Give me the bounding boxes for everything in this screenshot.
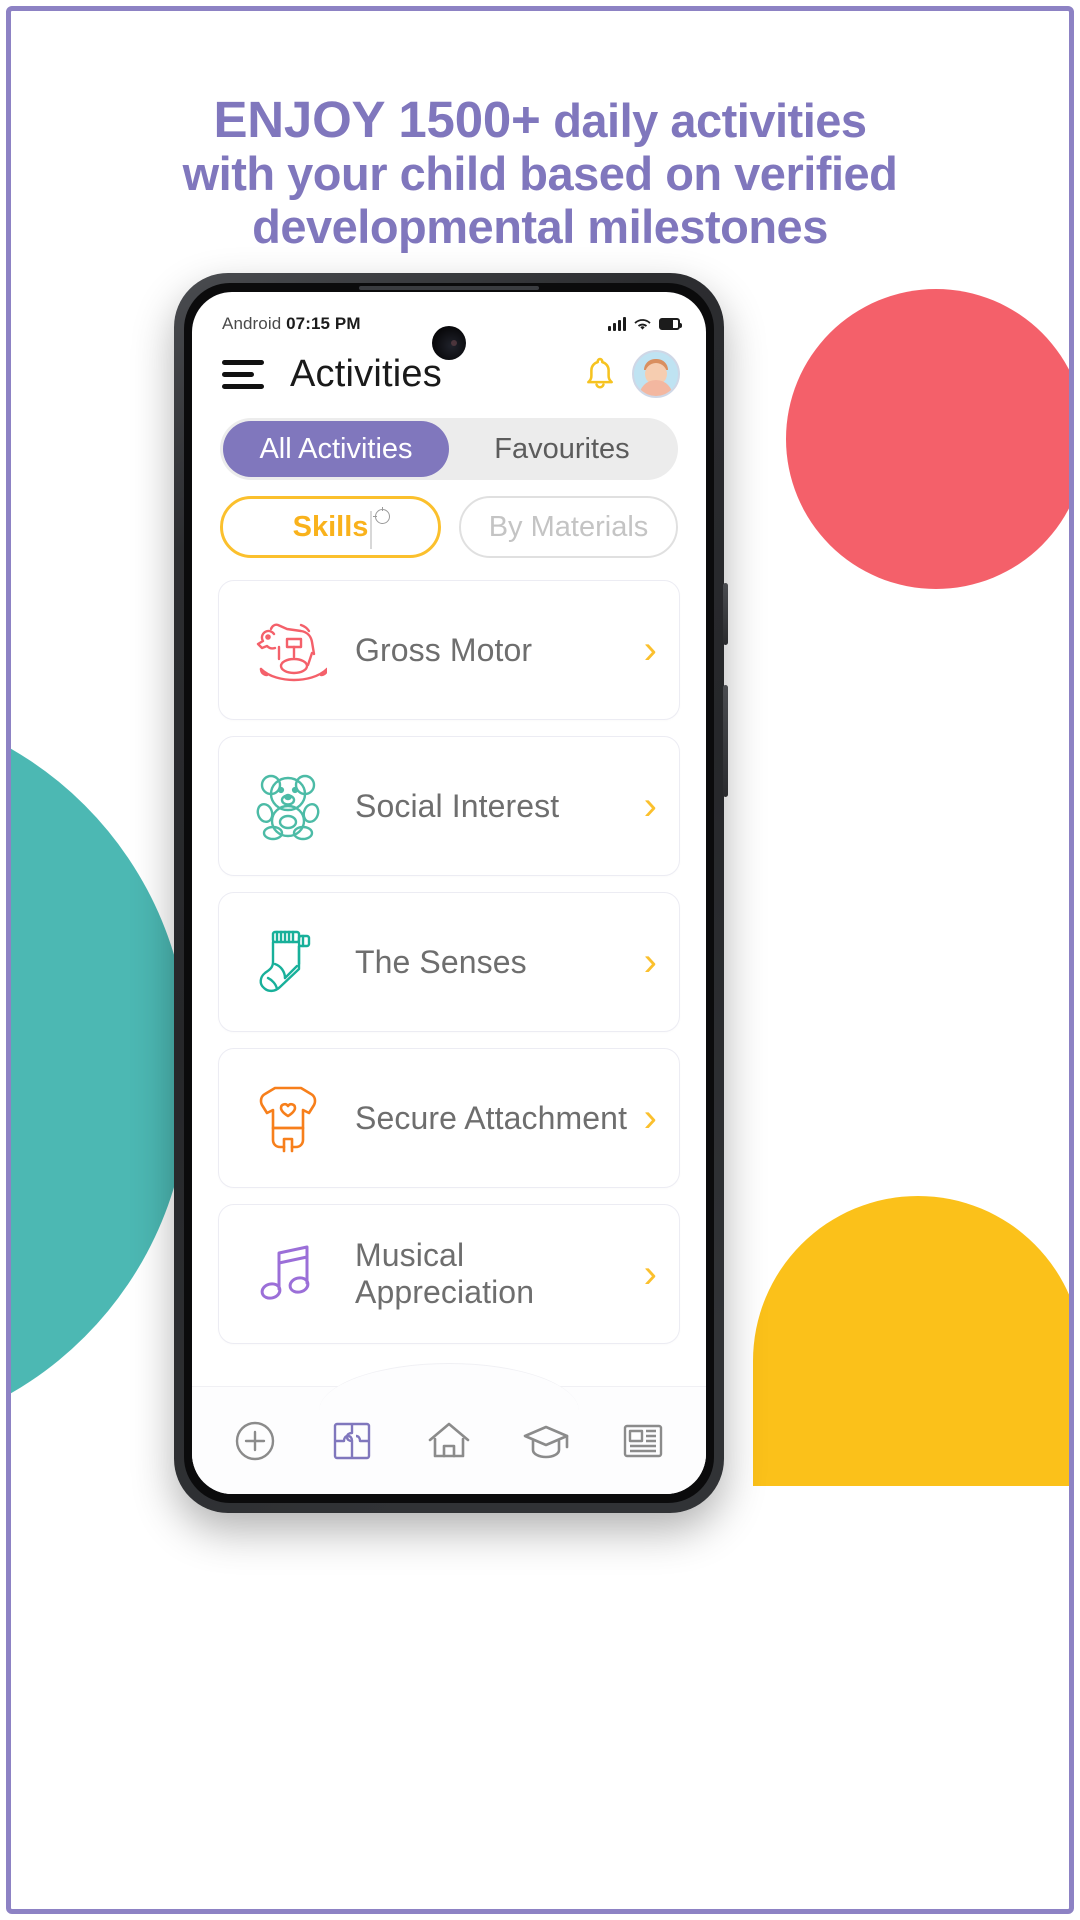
category-list: Gross Motor › Social Interest › The Sens… bbox=[218, 580, 680, 1344]
status-bar-left: Android 07:15 PM bbox=[222, 314, 361, 334]
status-bar-right bbox=[608, 317, 682, 332]
tab-all-activities[interactable]: All Activities bbox=[223, 421, 449, 477]
card-label: The Senses bbox=[355, 943, 527, 980]
cellular-signal-icon bbox=[608, 317, 626, 331]
chevron-right-icon: › bbox=[643, 1252, 657, 1296]
card-label: Social Interest bbox=[355, 787, 560, 824]
table-row[interactable]: The Senses › bbox=[218, 892, 680, 1032]
chevron-right-icon: › bbox=[643, 940, 657, 984]
nav-news-button[interactable] bbox=[605, 1406, 681, 1476]
wifi-icon bbox=[634, 318, 651, 330]
earpiece-speaker bbox=[359, 286, 539, 290]
status-os-label: Android bbox=[222, 314, 282, 333]
status-time: 07:15 PM bbox=[286, 314, 361, 333]
poster-frame: ENJOY 1500+ daily activities with your c… bbox=[6, 6, 1074, 1914]
headline-line3: developmental milestones bbox=[252, 199, 828, 253]
nav-learning-button[interactable] bbox=[508, 1406, 584, 1476]
table-row[interactable]: Social Interest › bbox=[218, 736, 680, 876]
phone-bezel: Android 07:15 PM Activities All Activiti… bbox=[184, 283, 714, 1503]
table-row[interactable]: Gross Motor › bbox=[218, 580, 680, 720]
user-avatar[interactable] bbox=[632, 350, 680, 398]
phone-screen: Android 07:15 PM Activities All Activiti… bbox=[192, 292, 706, 1494]
decorative-red-circle bbox=[786, 289, 1069, 589]
table-row[interactable]: Musical Appreciation › bbox=[218, 1204, 680, 1344]
filter-skills-label: Skills bbox=[292, 510, 369, 543]
phone-mockup: Android 07:15 PM Activities All Activiti… bbox=[174, 273, 728, 1513]
page-headline: ENJOY 1500+ daily activities with your c… bbox=[11, 91, 1069, 253]
hamburger-menu-icon[interactable] bbox=[222, 359, 264, 389]
teddy-bear-icon bbox=[245, 763, 331, 849]
nav-activities-button[interactable] bbox=[314, 1406, 390, 1476]
chevron-right-icon: › bbox=[643, 784, 657, 828]
battery-icon bbox=[659, 318, 682, 330]
card-label: Secure Attachment bbox=[355, 1099, 628, 1136]
filter-by-materials[interactable]: By Materials bbox=[459, 496, 678, 558]
headline-rest: daily activities bbox=[540, 94, 867, 147]
card-label: Musical Appreciation bbox=[355, 1237, 535, 1310]
chevron-right-icon: › bbox=[643, 628, 657, 672]
filter-pill-group: Skills By Materials bbox=[220, 496, 678, 558]
music-note-icon bbox=[245, 1231, 331, 1317]
page-title: Activities bbox=[290, 352, 442, 395]
onesie-heart-icon bbox=[245, 1075, 331, 1161]
nav-home-button[interactable] bbox=[411, 1406, 487, 1476]
notification-bell-icon[interactable] bbox=[582, 355, 618, 393]
decorative-teal-shape bbox=[11, 701, 189, 1441]
activities-tab-group: All Activities Favourites bbox=[220, 418, 678, 480]
card-label: Gross Motor bbox=[355, 631, 533, 668]
bottom-navigation bbox=[192, 1363, 706, 1494]
power-button[interactable] bbox=[723, 583, 728, 645]
loading-cursor-icon bbox=[373, 507, 390, 524]
volume-button[interactable] bbox=[723, 685, 728, 797]
chevron-right-icon: › bbox=[643, 1096, 657, 1140]
filter-skills[interactable]: Skills bbox=[220, 496, 441, 558]
tab-favourites[interactable]: Favourites bbox=[449, 421, 675, 477]
front-camera bbox=[432, 326, 466, 360]
baby-sock-icon bbox=[245, 919, 331, 1005]
nav-add-button[interactable] bbox=[217, 1406, 293, 1476]
rocking-horse-icon bbox=[245, 607, 331, 693]
table-row[interactable]: Secure Attachment › bbox=[218, 1048, 680, 1188]
headline-strong: ENJOY 1500+ bbox=[213, 91, 541, 148]
headline-line2: with your child based on verified bbox=[182, 147, 898, 201]
decorative-yellow-shape bbox=[753, 1196, 1069, 1486]
nav-bump-decoration bbox=[319, 1363, 579, 1411]
pill-divider bbox=[370, 511, 372, 549]
app-header-actions bbox=[582, 350, 680, 398]
